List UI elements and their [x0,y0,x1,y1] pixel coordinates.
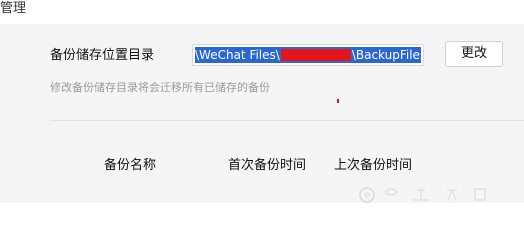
redaction-mark [280,49,351,61]
storage-hint: 修改备份储存目录将会迁移所有已储存的备份 [50,81,270,94]
red-mark [337,99,339,103]
column-backup-name[interactable]: 备份名称 [104,157,156,175]
window-title: 管理 [0,1,27,16]
storage-path-selection[interactable]: \WeChat Files\ \BackupFiles\ [195,47,421,63]
storage-path-right: \BackupFiles\ [351,48,421,62]
change-location-button[interactable]: 更改 [445,41,503,67]
storage-location-label: 备份储存位置目录 [50,48,155,63]
column-first-backup-time[interactable]: 首次备份时间 [228,157,306,175]
column-last-backup-time[interactable]: 上次备份时间 [334,157,412,175]
storage-path-left: \WeChat Files\ [195,48,280,62]
title-bar: 管理 [0,0,524,24]
watermark-logo [359,187,486,203]
section-divider [50,120,524,121]
storage-path-field[interactable]: \WeChat Files\ \BackupFiles\ [192,44,424,66]
